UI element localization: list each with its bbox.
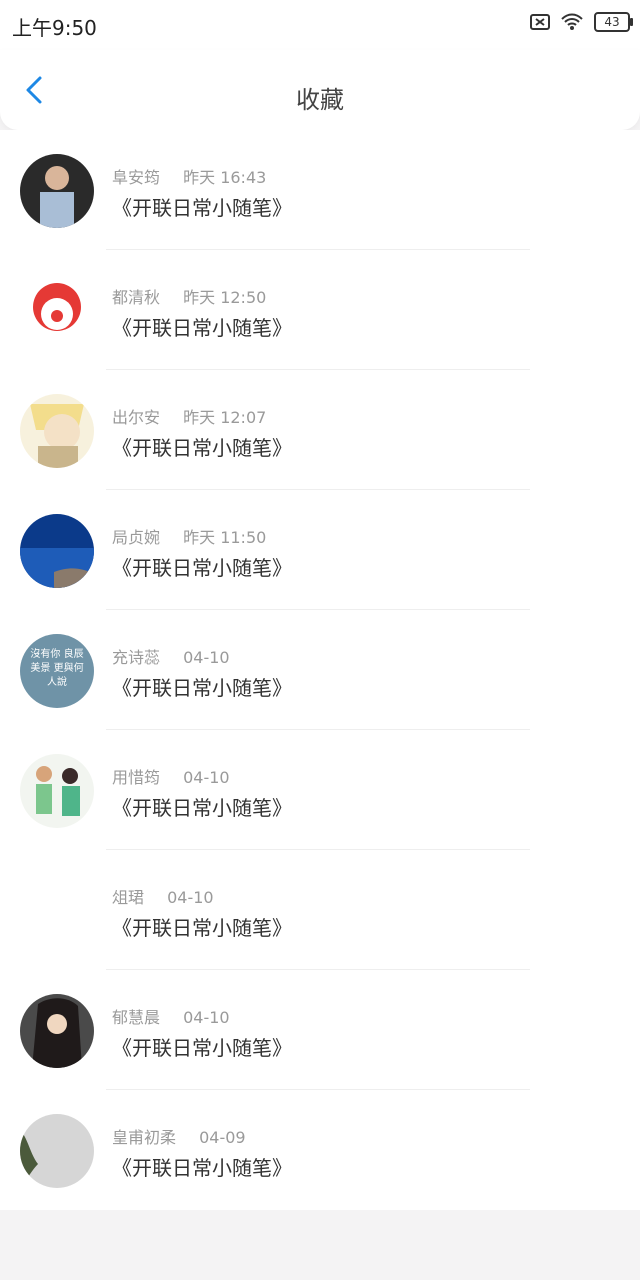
timestamp: 04-10 — [183, 648, 230, 667]
list-item[interactable]: 用惜筠 04-10 《开联日常小随笔》 — [0, 730, 640, 850]
item-title: 《开联日常小随笔》 — [112, 316, 292, 340]
author-name: 郁慧晨 — [112, 1008, 161, 1027]
timestamp: 04-10 — [167, 888, 214, 907]
timestamp: 04-10 — [183, 1008, 230, 1027]
timestamp: 04-10 — [183, 768, 230, 787]
timestamp: 昨天 12:07 — [183, 408, 267, 427]
avatar — [20, 154, 94, 228]
header-bar: 收藏 — [0, 50, 640, 130]
item-title: 《开联日常小随笔》 — [112, 556, 292, 580]
author-name: 局贞婉 — [112, 528, 161, 547]
list-item[interactable]: 沒有你 良辰美景 更與何人說 充诗蕊 04-10 《开联日常小随笔》 — [0, 610, 640, 730]
battery-icon: 43 — [594, 12, 633, 32]
list-item[interactable]: 皇甫初柔 04-09 《开联日常小随笔》 — [0, 1090, 640, 1210]
item-meta: 俎珺 04-10 — [112, 884, 214, 908]
page-title: 收藏 — [296, 86, 344, 114]
item-meta: 阜安筠 昨天 16:43 — [112, 164, 266, 188]
sim-icon — [530, 14, 550, 30]
item-meta: 出尔安 昨天 12:07 — [112, 404, 266, 428]
item-title: 《开联日常小随笔》 — [112, 916, 292, 940]
avatar — [20, 394, 94, 468]
list-item[interactable]: 郁慧晨 04-10 《开联日常小随笔》 — [0, 970, 640, 1090]
list-item[interactable]: 俎珺 04-10 《开联日常小随笔》 — [0, 850, 640, 970]
author-name: 皇甫初柔 — [112, 1128, 177, 1147]
author-name: 阜安筠 — [112, 168, 161, 187]
item-meta: 充诗蕊 04-10 — [112, 644, 230, 668]
list-item[interactable]: 出尔安 昨天 12:07 《开联日常小随笔》 — [0, 370, 640, 490]
avatar — [20, 754, 94, 828]
author-name: 用惜筠 — [112, 768, 161, 787]
status-time: 上午9:50 — [12, 16, 97, 40]
timestamp: 04-09 — [199, 1128, 246, 1147]
timestamp: 昨天 12:50 — [183, 288, 267, 307]
timestamp: 昨天 11:50 — [183, 528, 267, 547]
avatar: 沒有你 良辰美景 更與何人說 — [20, 634, 94, 708]
item-meta: 都清秋 昨天 12:50 — [112, 284, 266, 308]
item-meta: 皇甫初柔 04-09 — [112, 1124, 246, 1148]
author-name: 充诗蕊 — [112, 648, 161, 667]
item-title: 《开联日常小随笔》 — [112, 676, 292, 700]
item-meta: 局贞婉 昨天 11:50 — [112, 524, 266, 548]
item-meta: 郁慧晨 04-10 — [112, 1004, 230, 1028]
item-title: 《开联日常小随笔》 — [112, 1036, 292, 1060]
list-item[interactable]: 都清秋 昨天 12:50 《开联日常小随笔》 — [0, 250, 640, 370]
avatar — [20, 994, 94, 1068]
item-meta: 用惜筠 04-10 — [112, 764, 230, 788]
item-title: 《开联日常小随笔》 — [112, 196, 292, 220]
avatar — [20, 514, 94, 588]
avatar-text: 沒有你 良辰美景 更與何人說 — [30, 649, 84, 688]
list-item[interactable]: 局贞婉 昨天 11:50 《开联日常小随笔》 — [0, 490, 640, 610]
status-icons: 43 — [530, 12, 633, 32]
author-name: 俎珺 — [112, 888, 145, 907]
avatar — [20, 1114, 94, 1188]
timestamp: 昨天 16:43 — [183, 168, 267, 187]
favorites-list: 阜安筠 昨天 16:43 《开联日常小随笔》 都清秋 昨天 12:50 《开联日… — [0, 130, 640, 1210]
avatar — [20, 274, 94, 348]
item-title: 《开联日常小随笔》 — [112, 796, 292, 820]
bottom-background — [0, 1210, 640, 1280]
avatar-empty — [20, 874, 94, 948]
wifi-icon — [561, 13, 583, 30]
status-bar: 上午9:50 43 — [0, 0, 640, 50]
author-name: 都清秋 — [112, 288, 161, 307]
author-name: 出尔安 — [112, 408, 161, 427]
list-item[interactable]: 阜安筠 昨天 16:43 《开联日常小随笔》 — [0, 130, 640, 250]
item-title: 《开联日常小随笔》 — [112, 436, 292, 460]
item-title: 《开联日常小随笔》 — [112, 1156, 292, 1180]
